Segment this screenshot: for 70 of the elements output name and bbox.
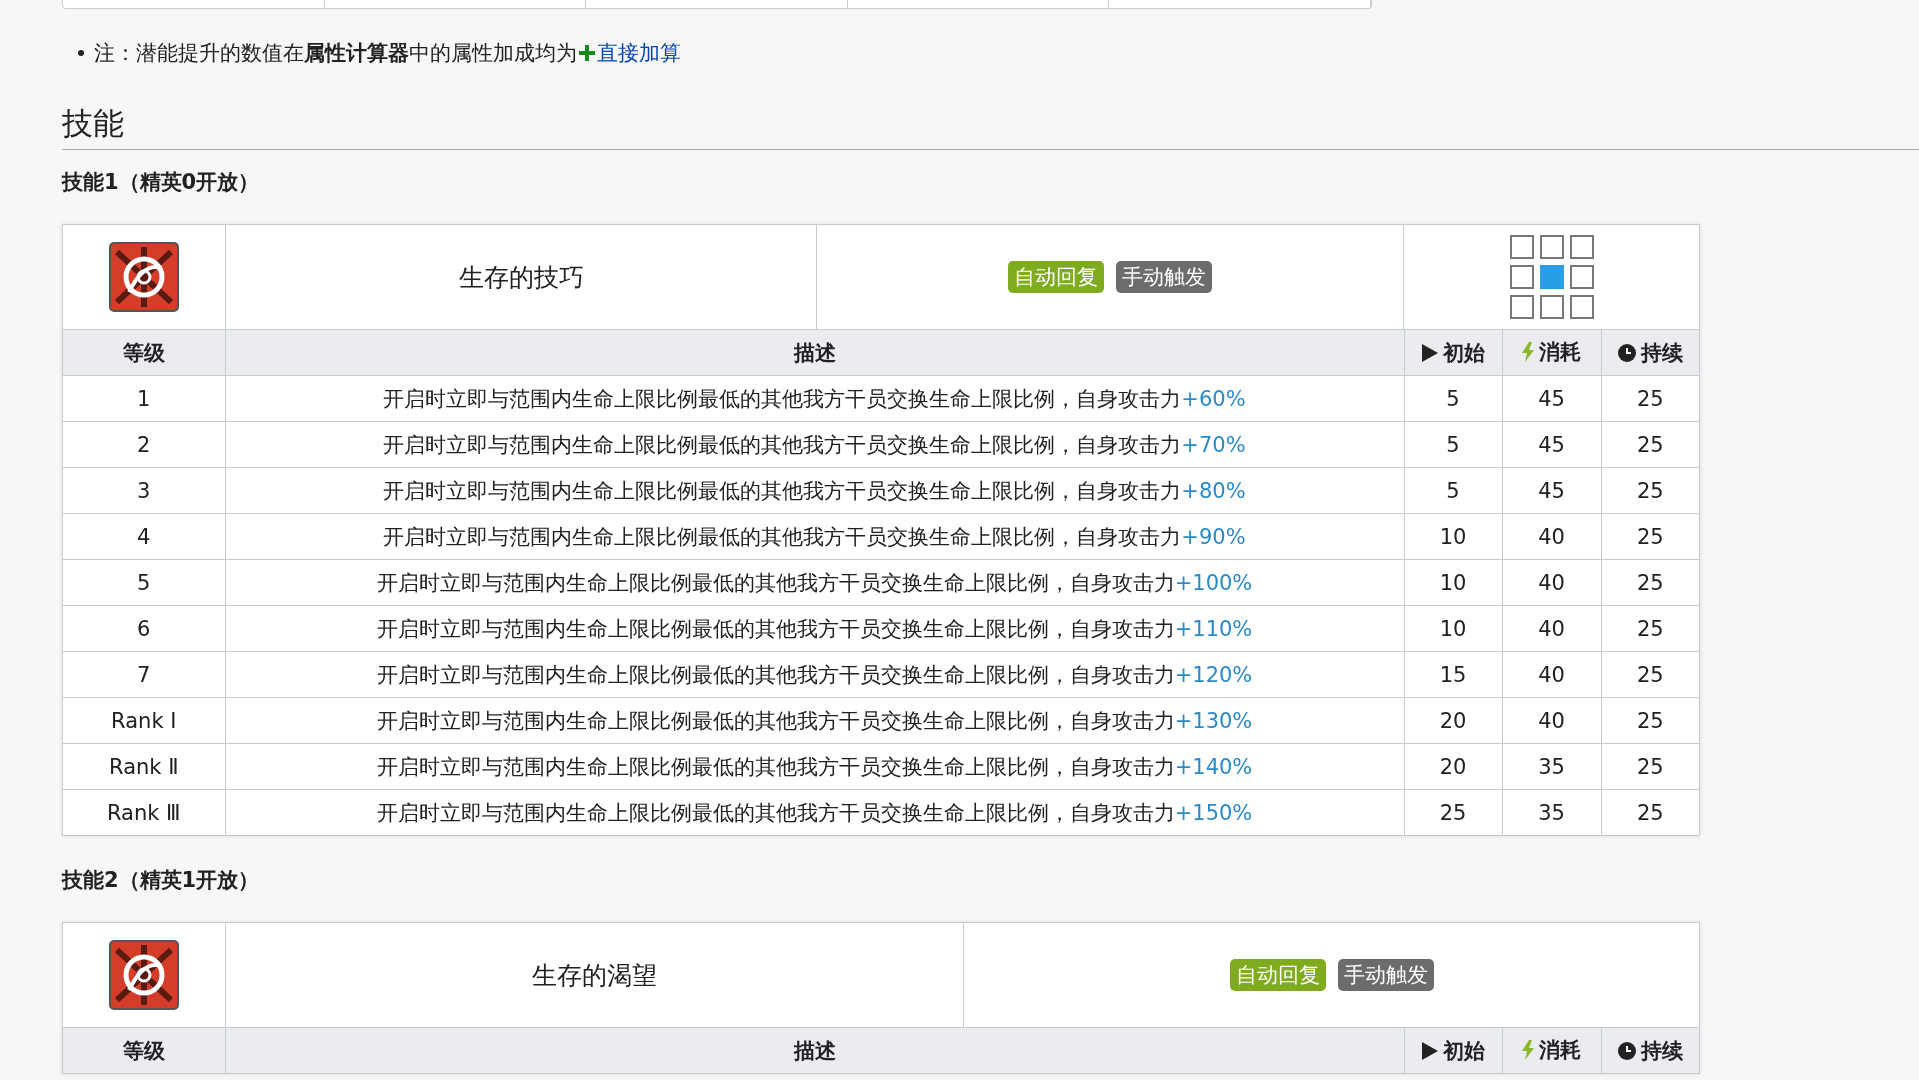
table-cell: 45 [1502, 375, 1601, 422]
skill-description: 开启时立即与范围内生命上限比例最低的其他我方干员交换生命上限比例，自身攻击力+140% [376, 754, 1253, 779]
table-cell: 40 [1502, 513, 1601, 560]
column-header: 消耗 [1539, 1037, 1581, 1064]
skill-description: 开启时立即与范围内生命上限比例最低的其他我方干员交换生命上限比例，自身攻击力+120% [376, 662, 1253, 687]
table-cell: 5 [1404, 421, 1502, 468]
clock-icon [1617, 1041, 1636, 1060]
skill-description: 开启时立即与范围内生命上限比例最低的其他我方干员交换生命上限比例，自身攻击力+130% [376, 708, 1253, 733]
column-header: 消耗 [1539, 339, 1581, 366]
lightning-icon [1522, 1040, 1534, 1060]
lightning-icon [1522, 342, 1534, 362]
table-cell: 20 [1404, 697, 1502, 744]
skill-tag: 自动回复 [1008, 261, 1104, 293]
table-cell: 45 [1502, 467, 1601, 514]
table-cell: 3 [63, 467, 225, 514]
skill-icon [109, 940, 179, 1010]
skill-icon [109, 242, 179, 312]
table-cell: 4 [63, 513, 225, 560]
table-cell: Rank Ⅰ [63, 697, 225, 744]
column-header: 描述 [225, 1027, 1404, 1074]
skill-description: 开启时立即与范围内生命上限比例最低的其他我方干员交换生命上限比例，自身攻击力+60% [383, 386, 1246, 411]
table-cell: 5 [63, 559, 225, 606]
skill-description: 开启时立即与范围内生命上限比例最低的其他我方干员交换生命上限比例，自身攻击力+150% [376, 800, 1253, 825]
skill-description: 开启时立即与范围内生命上限比例最低的其他我方干员交换生命上限比例，自身攻击力+100% [376, 570, 1253, 595]
column-header: 等级 [63, 329, 225, 376]
table-cell: 40 [1502, 605, 1601, 652]
clock-icon [1617, 343, 1636, 362]
note-text: 注：潜能提升的数值在属性计算器中的属性加成均为 [94, 40, 577, 67]
skill-tag: 自动回复 [1229, 959, 1326, 991]
table-cell: 10 [1404, 513, 1502, 560]
table-cell: Rank Ⅲ [63, 789, 225, 836]
table-cell: 5 [1404, 467, 1502, 514]
table-cell: 5 [1404, 375, 1502, 422]
skill-title: 技能1（精英0开放） [62, 169, 261, 196]
table-cell: 40 [1502, 559, 1601, 606]
skill-name: 生存的渴望 [532, 959, 657, 992]
table-cell: 15 [1404, 651, 1502, 698]
column-header: 持续 [1640, 1037, 1683, 1065]
skill-description: 开启时立即与范围内生命上限比例最低的其他我方干员交换生命上限比例，自身攻击力+90% [383, 524, 1246, 549]
column-header: 初始 [1442, 339, 1485, 367]
note-link[interactable]: 直接加算 [597, 39, 681, 67]
column-header: 持续 [1640, 339, 1683, 367]
table-cell: 25 [1404, 789, 1502, 836]
table-cell: 6 [63, 605, 225, 652]
table-cell: 20 [1404, 743, 1502, 790]
column-header: 初始 [1442, 1037, 1485, 1065]
column-header: 等级 [63, 1027, 225, 1074]
table-cell: 2 [63, 421, 225, 468]
skill-description: 开启时立即与范围内生命上限比例最低的其他我方干员交换生命上限比例，自身攻击力+80% [383, 478, 1246, 503]
skill-name: 生存的技巧 [458, 261, 584, 294]
table-cell: 40 [1502, 697, 1601, 744]
table-cell: Rank Ⅱ [63, 743, 225, 790]
table-cell: 1 [63, 375, 225, 422]
column-header: 描述 [225, 329, 1404, 376]
table-cell: 35 [1502, 743, 1601, 790]
skill-title: 技能2（精英1开放） [62, 867, 261, 894]
table-cell: 10 [1404, 605, 1502, 652]
play-icon [1421, 1041, 1438, 1060]
table-cell: 10 [1404, 559, 1502, 606]
skill-description: 开启时立即与范围内生命上限比例最低的其他我方干员交换生命上限比例，自身攻击力+70% [383, 432, 1246, 457]
skill-tag: 手动触发 [1116, 261, 1212, 293]
play-icon [1421, 343, 1438, 362]
table-cell: 7 [63, 651, 225, 698]
skill-tag: 手动触发 [1337, 959, 1434, 991]
table-cell: 45 [1502, 421, 1601, 468]
plus-icon [579, 45, 595, 61]
skill-description: 开启时立即与范围内生命上限比例最低的其他我方干员交换生命上限比例，自身攻击力+110% [376, 616, 1253, 641]
table-cell: 40 [1502, 651, 1601, 698]
section-heading: 技能 [62, 105, 124, 141]
table-cell: 35 [1502, 789, 1601, 836]
